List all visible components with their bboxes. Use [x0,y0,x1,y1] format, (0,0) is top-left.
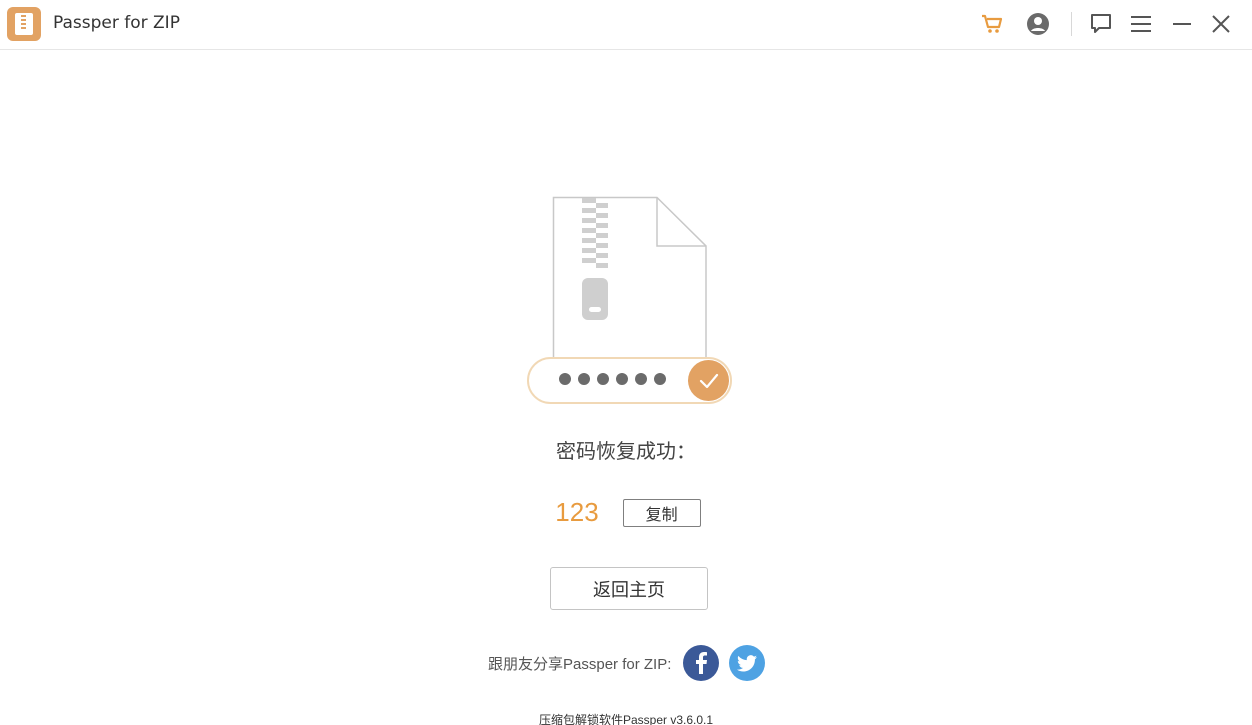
account-icon[interactable] [1024,10,1052,38]
share-row: 跟朋友分享Passper for ZIP: [488,645,775,681]
twitter-icon[interactable] [729,645,766,681]
password-result-row: 123 复制 [0,497,1252,528]
app-title: Passper for ZIP [53,13,180,33]
title-bar: Passper for ZIP [0,0,1252,50]
masked-password-dots [559,373,666,385]
version-footer: 压缩包解锁软件Passper v3.6.0.1 [538,713,714,725]
facebook-icon[interactable] [683,645,720,681]
recovery-success-message: 密码恢复成功： [556,439,696,463]
app-logo-icon [7,7,41,41]
feedback-icon[interactable] [1087,10,1115,38]
share-label: 跟朋友分享Passper for ZIP: [488,655,672,673]
cart-icon[interactable] [978,10,1006,38]
zip-file-illustration [552,196,708,360]
close-icon[interactable] [1207,10,1235,38]
check-icon [688,360,729,401]
password-display-pill [527,357,732,404]
copy-button[interactable]: 复制 [622,498,701,527]
minimize-icon[interactable] [1168,10,1196,38]
menu-icon[interactable] [1127,10,1155,38]
back-to-home-button[interactable]: 返回主页 [550,567,708,610]
toolbar-separator [1071,12,1072,36]
recovered-password: 123 [555,497,599,527]
